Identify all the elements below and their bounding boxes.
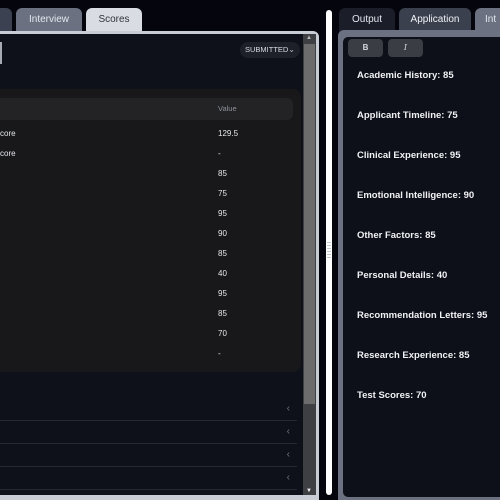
panel-resize-handle[interactable] [326, 10, 332, 495]
score-line: Academic History: 85 [357, 70, 454, 81]
scores-table: Value core 129.5 core - 85 75 95 90 85 40 95 85 70 - [0, 89, 301, 372]
table-row: 85 [0, 164, 293, 184]
score-line: Research Experience: 85 [357, 350, 470, 361]
row-value: 85 [218, 309, 227, 318]
italic-button[interactable]: I [388, 39, 423, 57]
row-name: core [0, 149, 16, 158]
chevron-left-icon: ‹ [286, 403, 290, 414]
table-row: core 129.5 [0, 124, 293, 144]
row-value: 95 [218, 289, 227, 298]
accordion-item[interactable]: ‹ [0, 445, 297, 467]
score-line: Applicant Timeline: 75 [357, 110, 458, 121]
table-row: 85 [0, 304, 293, 324]
accordion-item[interactable]: ‹ [0, 422, 297, 444]
score-line: Emotional Intelligence: 90 [357, 190, 475, 201]
accordion-item[interactable]: ‹ [0, 468, 297, 490]
left-tab-bar: Interview Scores [0, 8, 142, 32]
table-row: 40 [0, 264, 293, 284]
row-value: 70 [218, 329, 227, 338]
tab-previous[interactable] [0, 8, 12, 32]
table-row: 90 [0, 224, 293, 244]
tab-interview[interactable]: Int [475, 8, 500, 32]
table-row: 85 [0, 244, 293, 264]
table-row: - [0, 344, 293, 364]
tab-output[interactable]: Output [339, 8, 395, 32]
row-value: 85 [218, 169, 227, 178]
chevron-left-icon: ‹ [286, 449, 290, 460]
scroll-down-arrow-icon[interactable]: ▼ [306, 488, 312, 494]
bold-button[interactable]: B [348, 39, 383, 57]
tab-scores[interactable]: Scores [86, 8, 142, 32]
left-panel-content: SUBMITTED ⌄ Value core 129.5 core - 85 75 95 90… [0, 34, 303, 495]
table-row: 70 [0, 324, 293, 344]
chevron-left-icon: ‹ [286, 472, 290, 483]
status-label: SUBMITTED [245, 45, 289, 54]
table-row: core - [0, 144, 293, 164]
side-handle[interactable] [0, 42, 2, 64]
row-value: 129.5 [218, 129, 239, 138]
score-line: Test Scores: 70 [357, 390, 427, 401]
row-name: core [0, 129, 16, 138]
table-row: 95 [0, 204, 293, 224]
score-line: Personal Details: 40 [357, 270, 448, 281]
vertical-scrollbar[interactable]: ▲ ▼ [303, 34, 316, 495]
row-value: 40 [218, 269, 227, 278]
right-panel-content [343, 37, 500, 497]
chevron-left-icon: ‹ [286, 426, 290, 437]
tab-application[interactable]: Application [399, 8, 471, 32]
column-header-value: Value [218, 104, 237, 113]
chevron-down-icon: ⌄ [288, 45, 295, 54]
score-line: Other Factors: 85 [357, 230, 436, 241]
row-value: 85 [218, 249, 227, 258]
row-value: - [218, 349, 221, 358]
grip-icon [327, 242, 331, 260]
score-line: Recommendation Letters: 95 [357, 310, 488, 321]
app-root: Interview Scores SUBMITTED ⌄ Value core 1… [0, 0, 500, 500]
status-dropdown[interactable]: SUBMITTED ⌄ [240, 42, 300, 58]
score-line: Clinical Experience: 95 [357, 150, 461, 161]
tab-interview[interactable]: Interview [16, 8, 82, 32]
row-value: 75 [218, 189, 227, 198]
table-row: 75 [0, 184, 293, 204]
table-row: 95 [0, 284, 293, 304]
row-value: 90 [218, 229, 227, 238]
row-value: 95 [218, 209, 227, 218]
table-header: Value [0, 98, 293, 120]
scroll-up-arrow-icon[interactable]: ▲ [306, 35, 312, 41]
right-tab-bar: Output Application Int [339, 8, 500, 32]
scrollbar-thumb[interactable] [304, 44, 315, 404]
accordion-item[interactable]: ‹ [0, 399, 297, 421]
row-value: - [218, 149, 221, 158]
